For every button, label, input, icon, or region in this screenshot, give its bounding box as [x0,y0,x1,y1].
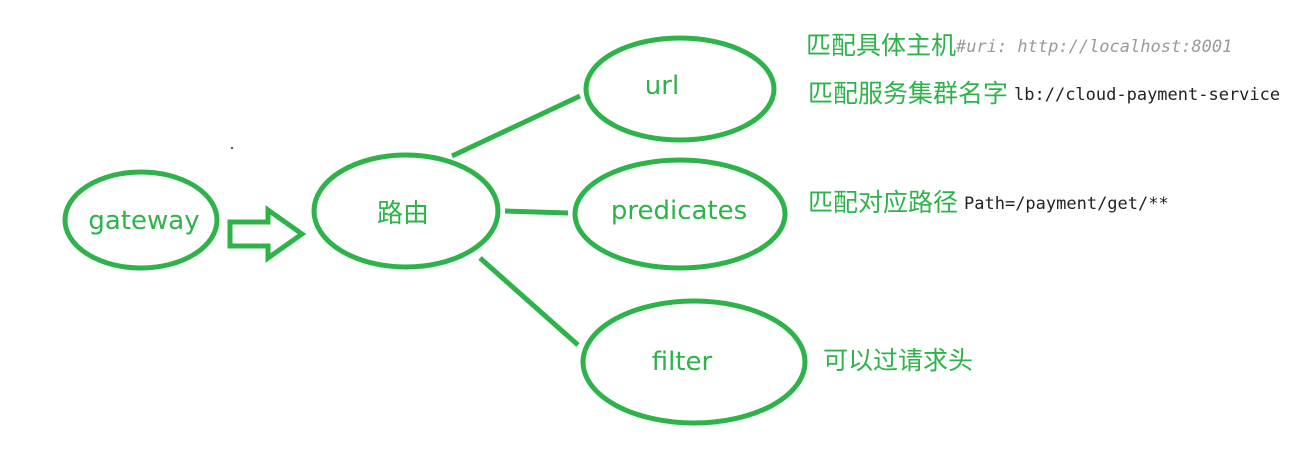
connector-route-to-filter [478,256,580,347]
gateway-routing-diagram: gateway 路由 url predicates filter [62,35,808,426]
predicates-note-code: Path=/payment/get/** [964,194,1169,214]
url-lb-note: 匹配服务集群名字 lb://cloud-payment-service [808,81,1280,106]
url-lb-note-code: lb://cloud-payment-service [1014,85,1281,105]
url-host-note-comment: #uri: http://localhost:8001 [956,37,1233,57]
url-node [583,35,777,143]
predicates-note-text: 匹配对应路径 [808,188,959,217]
url-host-note-text: 匹配具体主机 [806,31,957,60]
filter-label: filter [652,347,713,377]
connector-route-to-url [450,93,582,159]
predicates-label: predicates [611,196,747,226]
filter-note-text: 可以过请求头 [823,346,974,375]
predicates-note: 匹配对应路径 Path=/payment/get/** [808,190,1169,215]
filter-note: 可以过请求头 [823,348,973,373]
arrow-icon [227,205,307,263]
url-label: url [645,71,679,101]
route-label: 路由 [377,199,429,229]
gateway-label: gateway [88,206,199,236]
url-host-note: 匹配具体主机#uri: http://localhost:8001 [806,33,1232,58]
stray-dot [231,147,233,149]
url-lb-note-text: 匹配服务集群名字 [808,79,1009,108]
connector-route-to-predicates [504,208,569,216]
